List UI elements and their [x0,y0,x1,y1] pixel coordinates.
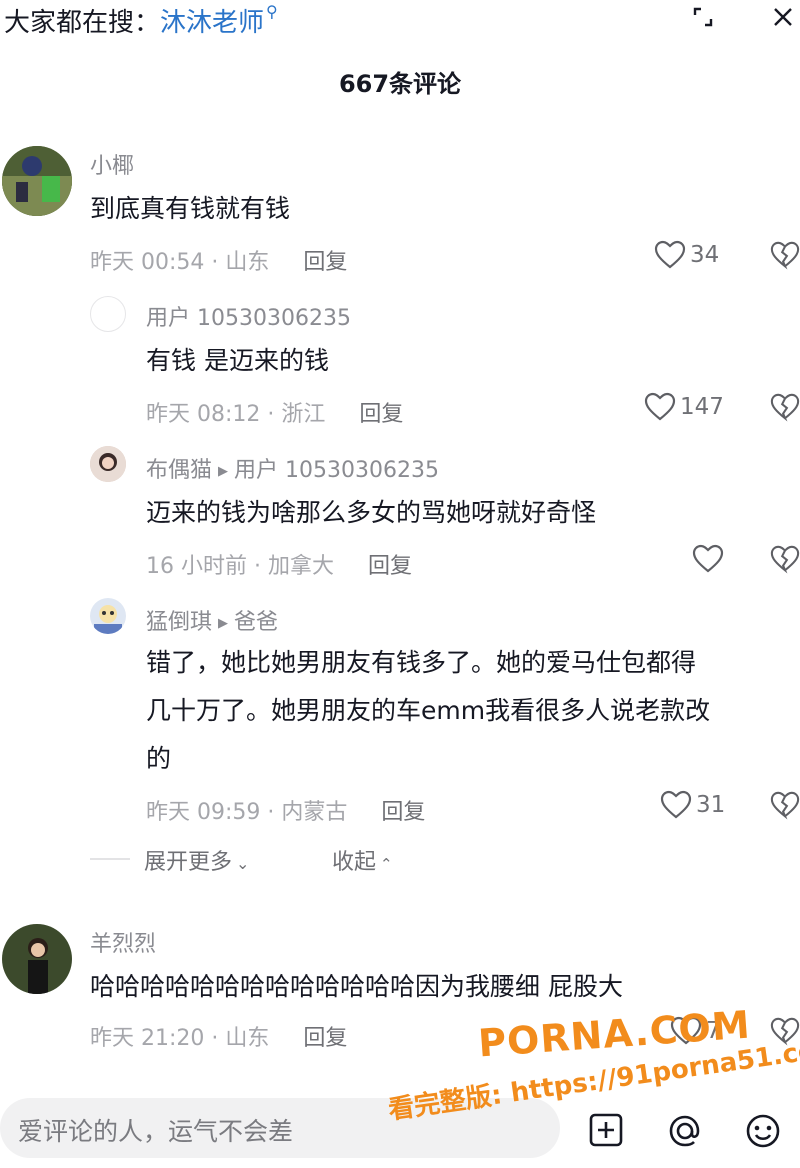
avatar[interactable] [2,146,72,216]
like-button[interactable]: 147 [644,392,724,422]
comment-author[interactable]: 布偶猫 [146,458,212,483]
image-add-icon[interactable] [588,1112,624,1152]
like-button[interactable] [692,544,728,574]
comment-text-line: 错了，她比她男朋友有钱多了。她的爱马仕包都得 [146,648,697,677]
comment-meta: 昨天 21:20 · 山东 回复 [90,1020,347,1052]
reply-arrow-icon: ▶ [218,616,229,631]
comment-text: 有钱 是迈来的钱 [146,346,329,375]
dislike-button[interactable] [770,392,800,426]
top-bar: 大家都在搜：沐沐老师 ⚲ [0,0,800,40]
comment-author[interactable]: 用户 10530306235 [146,300,351,332]
comment-time-location: 昨天 09:59 · 内蒙古 [146,800,348,825]
like-button[interactable]: 34 [654,240,719,270]
collapse-button[interactable]: 收起 ⌃ [332,844,393,876]
comment-text: 哈哈哈哈哈哈哈哈哈哈哈哈哈因为我腰细 屁股大 [90,972,623,1001]
like-count: 34 [690,242,720,268]
comment-author[interactable]: 羊烈烈 [90,926,156,958]
emoji-icon[interactable] [744,1112,782,1154]
broken-heart-icon [770,545,800,574]
reply-button[interactable]: 回复 [368,554,412,579]
avatar[interactable] [90,598,126,634]
heart-icon [644,392,676,421]
expand-icon[interactable] [686,0,720,34]
dislike-button[interactable] [770,240,800,274]
expand-more-label: 展开更多 [144,850,233,875]
comment-time-location: 昨天 08:12 · 浙江 [146,402,326,427]
heart-icon [692,544,724,573]
broken-heart-icon [770,791,800,820]
mention-icon[interactable] [666,1112,704,1154]
comment-author[interactable]: 小椰 [90,148,134,180]
comment-time-location: 16 小时前 · 加拿大 [146,554,334,579]
like-button[interactable]: 31 [660,790,725,820]
comment-meta: 16 小时前 · 加拿大 回复 [146,548,412,580]
comment-meta: 昨天 09:59 · 内蒙古 回复 [146,794,425,826]
avatar[interactable] [2,924,72,994]
close-icon[interactable] [766,0,800,34]
comment-text: 迈来的钱为啥那么多女的骂她呀就好奇怪 [146,498,597,527]
reply-arrow-icon: ▶ [218,464,229,479]
like-count: 31 [696,792,726,818]
dislike-button[interactable] [770,790,800,824]
like-count: 147 [680,394,724,420]
search-icon: ⚲ [266,2,278,21]
comment-meta: 昨天 00:54 · 山东 回复 [90,244,347,276]
reply-button[interactable]: 回复 [303,1026,347,1051]
broken-heart-icon [770,393,800,422]
comment-text: 到底真有钱就有钱 [90,194,291,223]
comment-count-title: 667条评论 [338,70,462,98]
reply-button[interactable]: 回复 [359,402,403,427]
avatar[interactable] [90,296,126,332]
comment-text-line: 几十万了。她男朋友的车emm我看很多人说老款改 [146,696,711,725]
reply-to-user[interactable]: 爸爸 [234,610,278,635]
broken-heart-icon [770,241,800,270]
comment-time-location: 昨天 00:54 · 山东 [90,250,270,275]
reply-button[interactable]: 回复 [303,250,347,275]
heart-icon [654,240,686,269]
comment-text-line: 的 [146,744,172,773]
reply-button[interactable]: 回复 [381,800,425,825]
chevron-down-icon: ⌄ [236,854,250,873]
dislike-button[interactable] [770,544,800,578]
chevron-up-icon: ⌃ [380,855,393,873]
comment-input-placeholder: 爱评论的人，运气不会差 [18,1117,294,1146]
avatar[interactable] [90,446,126,482]
search-suggestion-term[interactable]: 沐沐老师 [160,8,264,38]
expand-more-button[interactable]: 展开更多 ⌄ [144,844,249,876]
comment-author-line: 猛倒琪 ▶ 爸爸 [146,604,278,636]
search-suggestion-label: 大家都在搜： [4,8,161,38]
comment-time-location: 昨天 21:20 · 山东 [90,1026,270,1051]
thread-divider [90,858,130,860]
reply-to-user[interactable]: 用户 10530306235 [234,458,439,483]
comment-author-line: 布偶猫 ▶ 用户 10530306235 [146,452,439,484]
comment-author[interactable]: 猛倒琪 [146,610,212,635]
heart-icon [660,790,692,819]
comment-meta: 昨天 08:12 · 浙江 回复 [146,396,403,428]
collapse-label: 收起 [332,850,377,875]
search-suggestion[interactable]: 大家都在搜：沐沐老师 ⚲ [4,2,278,39]
